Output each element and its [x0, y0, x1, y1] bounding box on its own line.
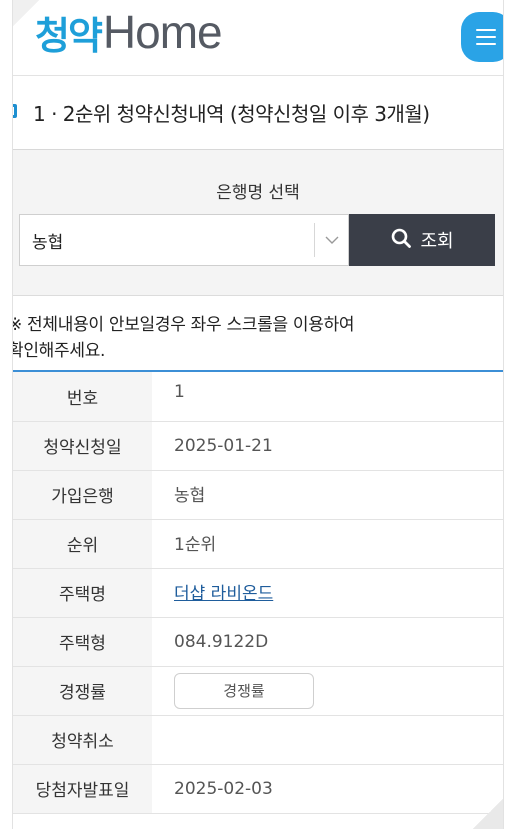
row-label: 가입은행 — [13, 470, 152, 520]
row-value: 2025-01-21 — [152, 421, 503, 471]
table-row: 주택형 084.9122D — [13, 617, 503, 667]
row-value: 084.9122D — [152, 617, 503, 667]
hamburger-menu-icon[interactable] — [461, 12, 503, 62]
row-value: 1순위 — [152, 519, 503, 569]
row-label: 순위 — [13, 519, 152, 569]
row-label: 주택형 — [13, 617, 152, 667]
bank-select[interactable]: 농협 — [19, 214, 349, 266]
application-detail-table: 번호 1 청약신청일 2025-01-21 가입은행 농협 순위 1순위 주택명… — [13, 372, 503, 814]
row-label: 청약취소 — [13, 715, 152, 765]
table-row: 주택명 더샵 라비온드 — [13, 568, 503, 618]
search-button[interactable]: 조회 — [349, 214, 495, 266]
row-label: 번호 — [13, 372, 152, 422]
house-name-link[interactable]: 더샵 라비온드 — [174, 584, 273, 604]
scroll-notice: ※ 전체내용이 안보일경우 좌우 스크롤을 이용하여 확인해주세요. — [12, 296, 503, 372]
row-value: 1 — [152, 372, 503, 422]
header: 청약 Home — [13, 0, 503, 76]
row-label: 당첨자발표일 — [13, 764, 152, 814]
row-value: 2025-02-03 — [152, 764, 503, 814]
row-value: 더샵 라비온드 — [152, 568, 503, 618]
notice-line-1: ※ 전체내용이 안보일경우 좌우 스크롤을 이용하여 — [12, 315, 355, 335]
page-frame: 청약 Home 1 · 2순위 청약신청내역 (청약신청일 이후 3개월) 은행… — [12, 0, 504, 829]
search-panel: 은행명 선택 농협 조회 — [13, 150, 503, 296]
bank-select-value: 농협 — [32, 232, 64, 253]
bank-select-label: 은행명 선택 — [216, 183, 300, 203]
table-row: 청약취소 — [13, 715, 503, 765]
notice-line-2: 확인해주세요. — [12, 341, 106, 361]
row-label: 경쟁률 — [13, 666, 152, 716]
table-row: 번호 1 — [13, 372, 503, 422]
page-corner — [473, 799, 503, 829]
logo-english-text: Home — [102, 6, 223, 58]
title-bullet-icon — [13, 104, 17, 118]
chevron-down-icon — [314, 223, 348, 257]
row-value — [152, 715, 503, 765]
logo-korean-text: 청약 — [35, 13, 103, 58]
page-title-row: 1 · 2순위 청약신청내역 (청약신청일 이후 3개월) — [13, 76, 503, 150]
competition-rate-button[interactable]: 경쟁률 — [174, 672, 314, 709]
site-logo[interactable]: 청약 Home — [35, 2, 223, 62]
table-row: 가입은행 농협 — [13, 470, 503, 520]
table-row: 청약신청일 2025-01-21 — [13, 421, 503, 471]
page-title: 1 · 2순위 청약신청내역 (청약신청일 이후 3개월) — [33, 102, 430, 126]
row-label: 청약신청일 — [13, 421, 152, 471]
row-value: 농협 — [152, 470, 503, 520]
table-row: 당첨자발표일 2025-02-03 — [13, 764, 503, 814]
table-row: 경쟁률 경쟁률 — [13, 666, 503, 716]
row-label: 주택명 — [13, 568, 152, 618]
search-icon — [390, 227, 412, 254]
row-value: 경쟁률 — [152, 666, 503, 716]
search-button-label: 조회 — [420, 231, 454, 252]
table-row: 순위 1순위 — [13, 519, 503, 569]
